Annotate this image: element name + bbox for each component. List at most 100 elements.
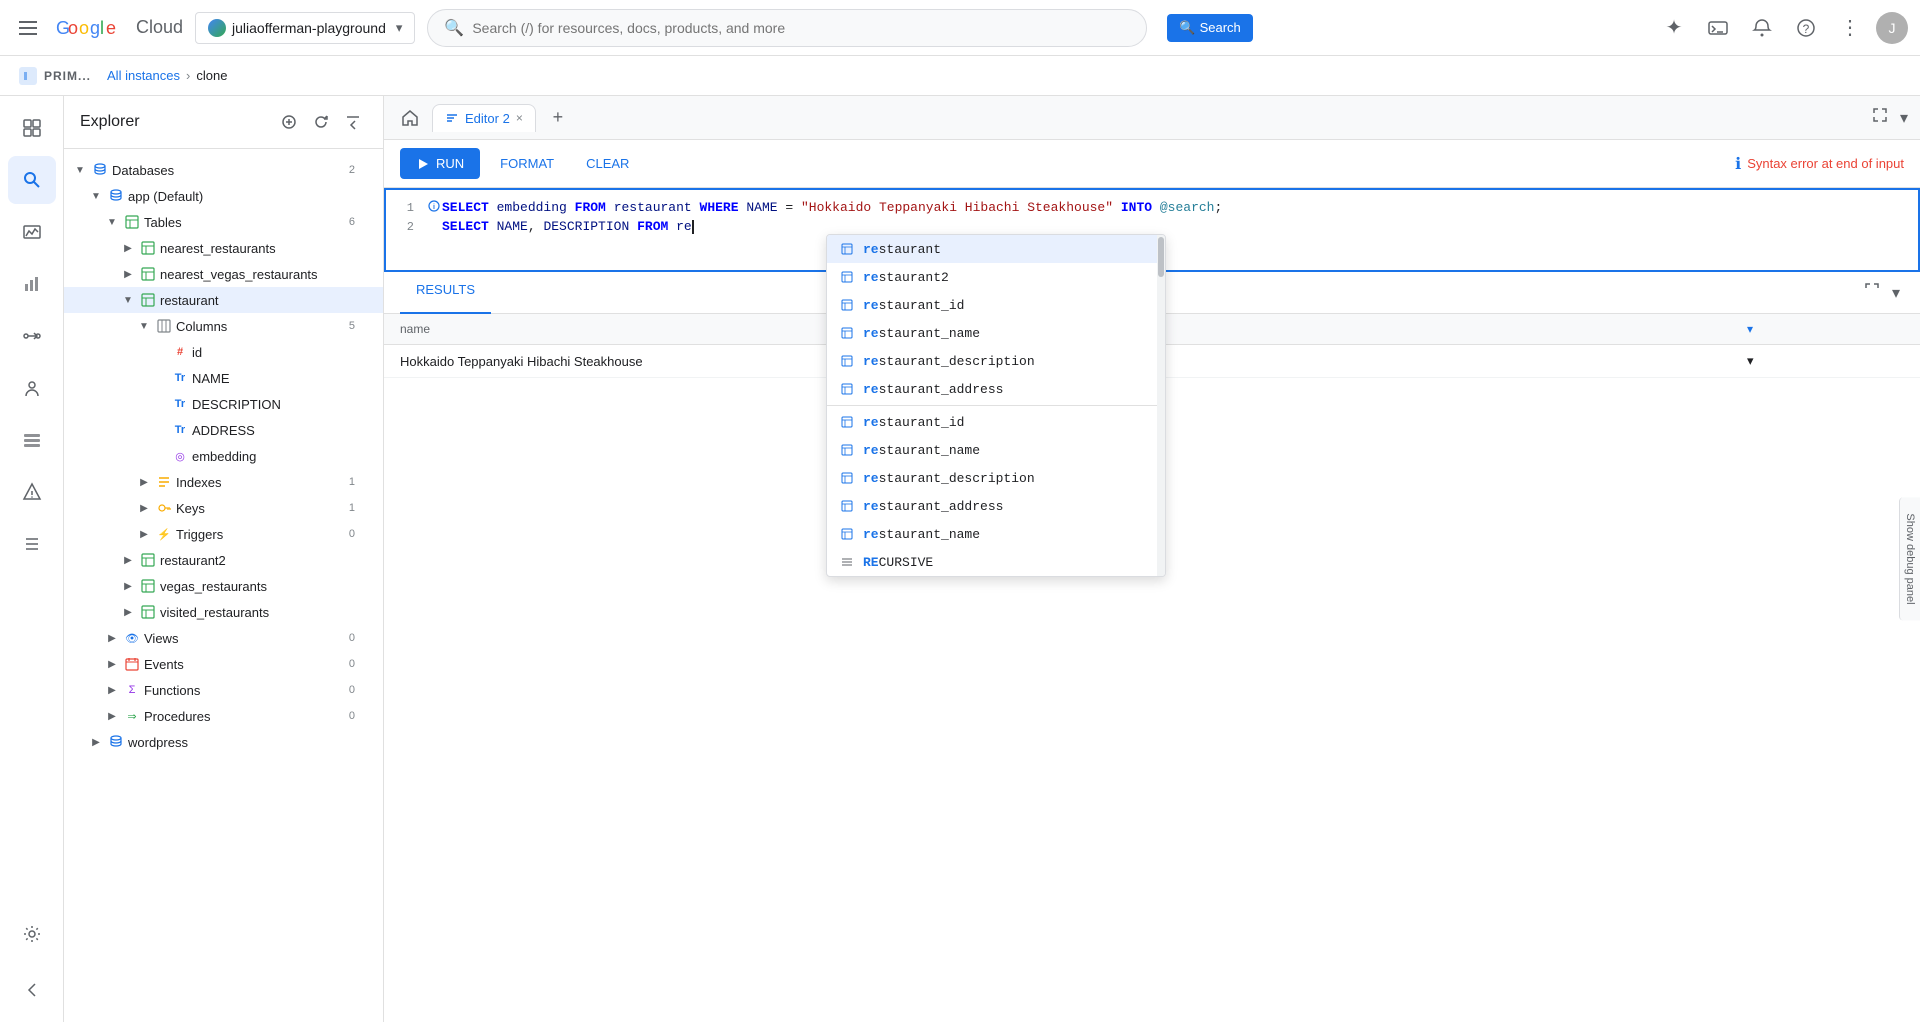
col-desc-icon: Tr [172, 396, 188, 412]
nav-search[interactable] [8, 156, 56, 204]
nav-collapse[interactable] [8, 966, 56, 1014]
user-avatar[interactable]: J [1876, 12, 1908, 44]
results-more-btn[interactable]: ▾ [1888, 279, 1904, 307]
svg-text:g: g [90, 18, 100, 38]
collapse-sidebar-btn[interactable] [339, 108, 367, 136]
ac-match-3: restaurant_name [863, 326, 980, 341]
format-button[interactable]: FORMAT [488, 148, 566, 179]
editor-area: Editor 2 × + ▾ RUN FORMAT CLEAR ℹ Syntax… [384, 96, 1920, 1022]
functions-node[interactable]: ▶ Σ Functions 0 ⋮ [64, 677, 383, 703]
autocomplete-scrollbar[interactable] [1157, 235, 1165, 576]
global-search[interactable]: 🔍 [427, 9, 1147, 47]
expand-editor-btn[interactable] [1868, 103, 1892, 132]
ac-item-restaurant-id[interactable]: restaurant_id [827, 291, 1165, 319]
table-restaurant[interactable]: ▼ restaurant ⋮ [64, 287, 383, 313]
indexes-node[interactable]: ▶ Indexes 1 ⋮ [64, 469, 383, 495]
search-button[interactable]: 🔍 Search [1167, 14, 1252, 42]
triggers-icon: ⚡ [156, 526, 172, 542]
views-node[interactable]: ▶ 👁 Views 0 ⋮ [64, 625, 383, 651]
project-selector[interactable]: juliaofferman-playground ▾ [195, 12, 415, 44]
table-vegas-restaurants[interactable]: ▶ vegas_restaurants ⋮ [64, 573, 383, 599]
views-arrow: ▶ [104, 630, 120, 646]
tab-editor2[interactable]: Editor 2 × [432, 104, 536, 132]
nav-iam[interactable] [8, 364, 56, 412]
ac-item-restaurant2[interactable]: restaurant2 [827, 263, 1165, 291]
triggers-node[interactable]: ▶ ⚡ Triggers 0 ⋮ [64, 521, 383, 547]
project-name: juliaofferman-playground [232, 20, 386, 36]
table-restaurant2[interactable]: ▶ restaurant2 ⋮ [64, 547, 383, 573]
col-name[interactable]: ▶ Tr NAME ⋮ [64, 365, 383, 391]
more-options-icon-btn[interactable]: ⋮ [1832, 10, 1868, 46]
app-default-node[interactable]: ▼ app (Default) ⋮ [64, 183, 383, 209]
help-icon-btn[interactable]: ? [1788, 10, 1824, 46]
tab-close-btn[interactable]: × [516, 111, 523, 125]
run-icon [416, 157, 430, 171]
nav-list[interactable] [8, 520, 56, 568]
nav-alerts[interactable] [8, 468, 56, 516]
tables-node[interactable]: ▼ Tables 6 ⋮ [64, 209, 383, 235]
breadcrumb-all-instances[interactable]: All instances [107, 68, 180, 83]
col-description[interactable]: ▶ Tr DESCRIPTION ⋮ [64, 391, 383, 417]
results-tab[interactable]: RESULTS [400, 272, 491, 314]
columns-label: Columns [176, 319, 341, 334]
col-address[interactable]: ▶ Tr ADDRESS ⋮ [64, 417, 383, 443]
table-visited-restaurants[interactable]: ▶ visited_restaurants ⋮ [64, 599, 383, 625]
add-tab-btn[interactable]: + [544, 104, 572, 132]
ac-item-restaurant-id2[interactable]: restaurant_id [827, 408, 1165, 436]
ac-item-restaurant-name2[interactable]: restaurant_name [827, 436, 1165, 464]
notifications-icon-btn[interactable] [1744, 10, 1780, 46]
menu-icon[interactable] [12, 19, 44, 37]
sql-line-1-content: SELECT embedding FROM restaurant WHERE N… [442, 200, 1918, 215]
col-name-label: NAME [192, 371, 355, 386]
wordpress-node[interactable]: ▶ wordpress ⋮ [64, 729, 383, 755]
result-row-1-expand[interactable]: ▾ [1731, 345, 1920, 378]
ac-item-restaurant-desc2[interactable]: restaurant_description [827, 464, 1165, 492]
ac-item-restaurant[interactable]: restaurant [827, 235, 1165, 263]
nav-dataflow[interactable] [8, 312, 56, 360]
ac-item-restaurant-name[interactable]: restaurant_name [827, 319, 1165, 347]
ac-item-recursive[interactable]: RECURSIVE [827, 548, 1165, 576]
ac-item-restaurant-addr2[interactable]: restaurant_address [827, 492, 1165, 520]
col-embedding[interactable]: ▶ ◎ embedding ⋮ [64, 443, 383, 469]
events-count: 0 [349, 658, 355, 670]
nearest-vegas-label: nearest_vegas_restaurants [160, 267, 355, 282]
refresh-btn[interactable] [307, 108, 335, 136]
wordpress-icon [108, 734, 124, 750]
nav-overview[interactable] [8, 104, 56, 152]
clear-button[interactable]: CLEAR [574, 148, 641, 179]
google-cloud-logo[interactable]: G o o g l e Cloud [56, 16, 183, 40]
keys-node[interactable]: ▶ Keys 1 ⋮ [64, 495, 383, 521]
cloud-shell-icon-btn[interactable] [1700, 10, 1736, 46]
search-icon: 🔍 [444, 18, 464, 38]
ac-kw-icon-11 [839, 554, 855, 570]
ac-item-restaurant-name3[interactable]: restaurant_name [827, 520, 1165, 548]
sql-editor-wrapper[interactable]: 1 i SELECT embedding FROM restaurant WHE… [384, 188, 1920, 272]
gemini-icon-btn[interactable]: ✦ [1656, 10, 1692, 46]
run-button[interactable]: RUN [400, 148, 480, 179]
topbar-right-actions: ✦ ? ⋮ J [1656, 10, 1908, 46]
expand-results-btn[interactable] [1860, 278, 1884, 307]
table-nearest-restaurants[interactable]: ▶ nearest_restaurants ⋮ [64, 235, 383, 261]
search-input[interactable] [472, 20, 1130, 36]
nav-settings[interactable] [8, 914, 56, 962]
columns-node[interactable]: ▼ Columns 5 ⋮ [64, 313, 383, 339]
add-connection-btn[interactable] [275, 108, 303, 136]
nav-operations[interactable] [8, 416, 56, 464]
indexes-icon [156, 474, 172, 490]
nav-chart[interactable] [8, 260, 56, 308]
procedures-node[interactable]: ▶ ⇒ Procedures 0 ⋮ [64, 703, 383, 729]
table-nearest-vegas-restaurants[interactable]: ▶ nearest_vegas_restaurants ⋮ [64, 261, 383, 287]
events-node[interactable]: ▶ Events 0 ⋮ [64, 651, 383, 677]
triggers-label: Triggers [176, 527, 341, 542]
debug-panel-tab[interactable]: Show debug panel [1899, 497, 1920, 620]
ac-item-restaurant-desc[interactable]: restaurant_description [827, 347, 1165, 375]
databases-node[interactable]: ▼ Databases 2 ⋮ [64, 157, 383, 183]
procedures-arrow: ▶ [104, 708, 120, 724]
editor-more-btn[interactable]: ▾ [1896, 104, 1912, 132]
tab-home[interactable] [392, 100, 428, 136]
svg-text:e: e [106, 18, 116, 38]
breadcrumb: All instances › clone [107, 68, 227, 83]
col-id[interactable]: ▶ # id ⋮ [64, 339, 383, 365]
ac-item-restaurant-addr[interactable]: restaurant_address [827, 375, 1165, 403]
nav-monitoring[interactable] [8, 208, 56, 256]
